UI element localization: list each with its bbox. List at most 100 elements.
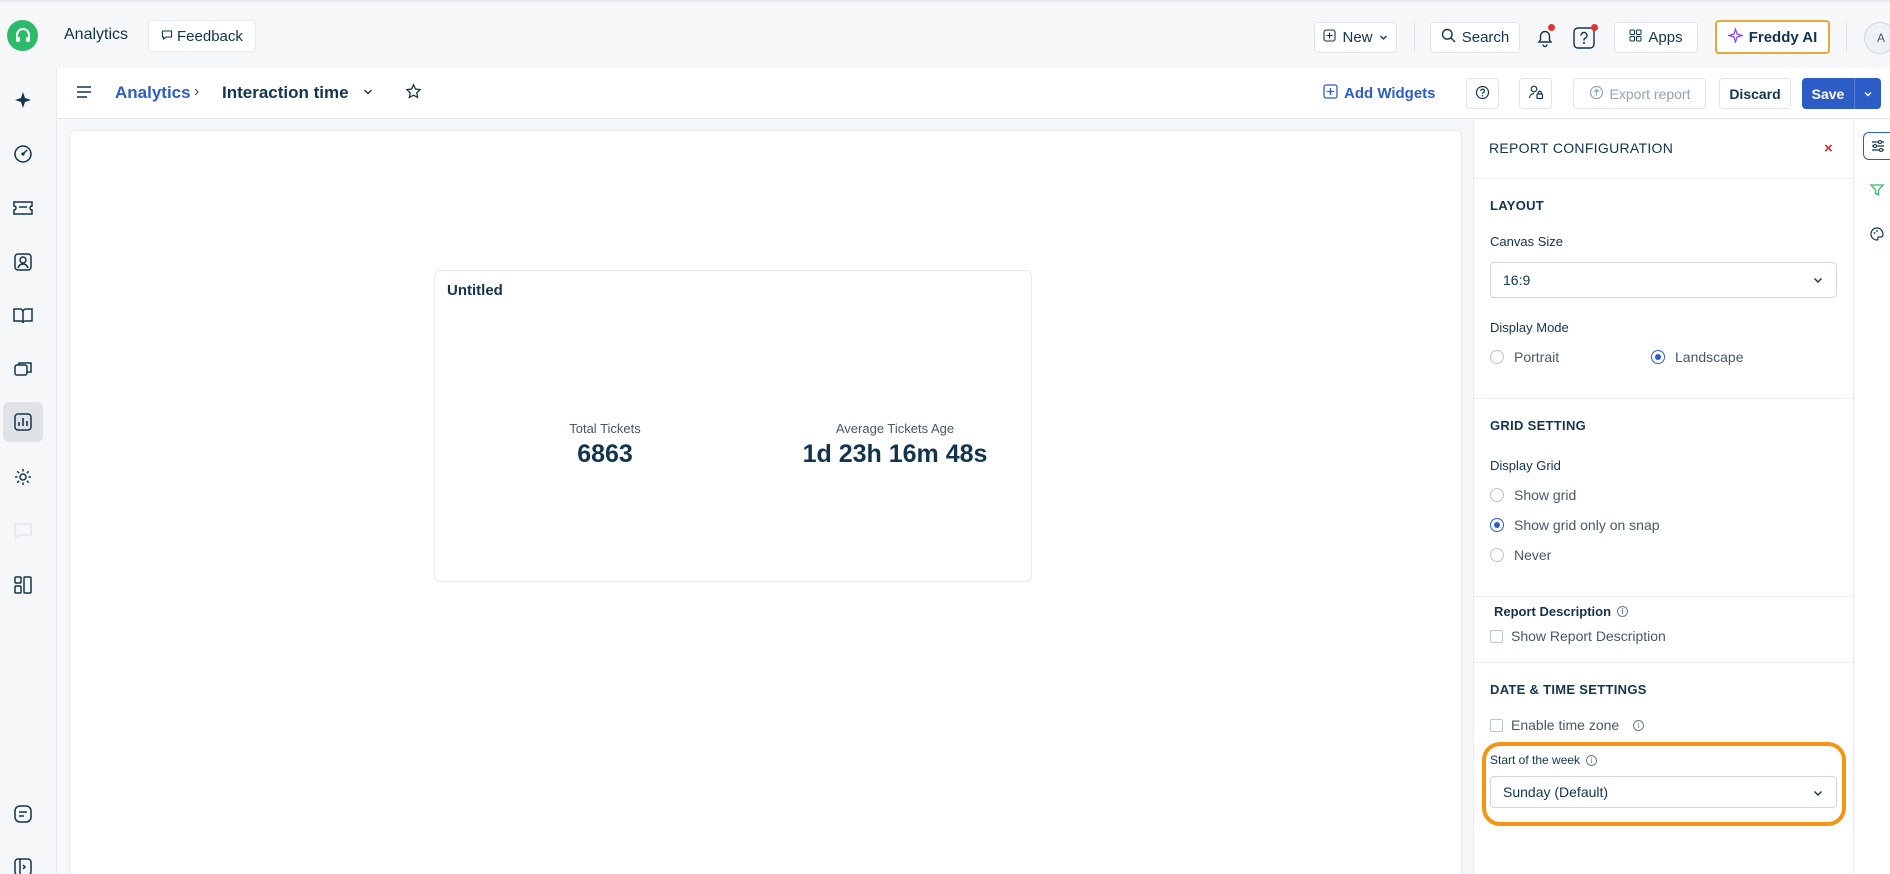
- show-report-description-label: Show Report Description: [1511, 628, 1666, 644]
- apps-label: Apps: [1648, 29, 1683, 46]
- date-time-section-title: DATE & TIME SETTINGS: [1490, 682, 1647, 697]
- app-title: Analytics: [64, 26, 129, 43]
- export-report-label: Export report: [1609, 85, 1691, 102]
- report-configuration-panel: REPORT CONFIGURATION × LAYOUT Canvas Siz…: [1473, 120, 1854, 874]
- save-options-chevron-down-icon[interactable]: [1855, 89, 1881, 99]
- divider: [1474, 398, 1854, 399]
- tickets-icon[interactable]: [8, 193, 37, 222]
- portrait-label: Portrait: [1514, 349, 1560, 365]
- radio-button[interactable]: [1490, 488, 1504, 502]
- breadcrumb-separator: ›: [194, 83, 200, 100]
- widget-title[interactable]: Untitled: [447, 282, 503, 299]
- freddy-sparkle-icon[interactable]: [8, 85, 37, 114]
- favorite-star-icon[interactable]: [405, 83, 422, 105]
- new-button[interactable]: New: [1314, 22, 1397, 53]
- chevron-down-icon: [1812, 273, 1824, 289]
- report-canvas[interactable]: Untitled Total Tickets 6863 Average Tick…: [69, 130, 1462, 874]
- freddy-ai-button[interactable]: Freddy AI: [1715, 20, 1830, 54]
- start-of-week-value: Sunday (Default): [1503, 784, 1609, 800]
- filter-icon[interactable]: [1863, 176, 1890, 204]
- help-icon[interactable]: [1570, 24, 1598, 52]
- divider: [1474, 596, 1854, 597]
- analytics-reports-icon[interactable]: [3, 402, 43, 442]
- knowledge-base-book-icon[interactable]: [8, 301, 37, 330]
- radio-button-selected[interactable]: [1490, 518, 1504, 532]
- hamburger-menu-icon[interactable]: [75, 83, 93, 106]
- freshdesk-logo-icon[interactable]: [7, 20, 38, 51]
- chat-bubble-icon: [161, 28, 173, 45]
- question-circle-icon: [1475, 85, 1490, 103]
- discard-button[interactable]: Discard: [1719, 78, 1791, 109]
- left-nav-rail: [0, 68, 56, 874]
- apps-marketplace-icon[interactable]: [8, 570, 37, 599]
- chevron-down-icon: [1812, 786, 1824, 802]
- show-grid-on-snap-radio[interactable]: Show grid only on snap: [1490, 517, 1660, 533]
- landscape-label: Landscape: [1675, 349, 1744, 365]
- add-widgets-label: Add Widgets: [1344, 85, 1436, 102]
- start-of-week-label: Start of the week i: [1490, 753, 1598, 767]
- new-label: New: [1342, 29, 1373, 46]
- apps-button[interactable]: Apps: [1614, 22, 1698, 53]
- report-name: Interaction time: [222, 83, 349, 102]
- metric-total-tickets: Total Tickets 6863: [515, 421, 695, 469]
- theme-palette-icon[interactable]: [1863, 220, 1890, 248]
- canvas-size-value: 16:9: [1503, 272, 1531, 288]
- toolbar-separator: [1846, 22, 1847, 53]
- dashboard-gauge-icon[interactable]: [8, 139, 37, 168]
- expand-rail-icon[interactable]: [8, 852, 37, 874]
- canvas-size-select[interactable]: 16:9: [1490, 262, 1837, 298]
- add-widgets-button[interactable]: Add Widgets: [1323, 84, 1436, 103]
- radio-button[interactable]: [1490, 350, 1504, 364]
- report-switch-chevron-down-icon[interactable]: [362, 85, 374, 103]
- report-description-label: Report Description i: [1494, 604, 1629, 619]
- report-canvas-area: Untitled Total Tickets 6863 Average Tick…: [56, 120, 1472, 874]
- search-button[interactable]: Search: [1430, 22, 1520, 53]
- portrait-radio[interactable]: Portrait: [1490, 349, 1559, 365]
- chat-support-icon[interactable]: [8, 799, 37, 828]
- search-icon: [1441, 28, 1456, 47]
- admin-gear-icon[interactable]: [8, 462, 37, 491]
- share-access-button[interactable]: [1519, 78, 1552, 109]
- metric-average-tickets-age: Average Tickets Age 1d 23h 16m 48s: [775, 421, 1015, 469]
- enable-time-zone-label: Enable time zone: [1511, 717, 1620, 733]
- info-icon[interactable]: i: [1617, 606, 1629, 617]
- metric-widget[interactable]: Untitled Total Tickets 6863 Average Tick…: [434, 270, 1032, 582]
- plus-square-icon: [1323, 29, 1337, 46]
- panel-tabs-rail: [1853, 120, 1890, 874]
- plus-square-icon: [1323, 84, 1338, 103]
- close-panel-icon[interactable]: ×: [1824, 140, 1833, 157]
- report-description-text: Report Description: [1494, 604, 1612, 619]
- landscape-radio[interactable]: Landscape: [1651, 349, 1744, 365]
- never-grid-radio[interactable]: Never: [1490, 547, 1551, 563]
- radio-button[interactable]: [1490, 548, 1504, 562]
- checkbox[interactable]: [1490, 629, 1503, 643]
- show-grid-radio[interactable]: Show grid: [1490, 487, 1576, 503]
- report-help-button[interactable]: [1466, 78, 1499, 109]
- top-bar: Analytics Feedback New Search Apps Fredd…: [0, 0, 1890, 68]
- info-icon[interactable]: i: [1633, 719, 1645, 731]
- grid-setting-section-title: GRID SETTING: [1490, 418, 1587, 433]
- freddy-ai-label: Freddy AI: [1748, 28, 1818, 46]
- radio-button-selected[interactable]: [1651, 350, 1665, 364]
- display-grid-label: Display Grid: [1490, 458, 1561, 473]
- show-report-description-checkbox[interactable]: Show Report Description: [1490, 628, 1666, 644]
- breadcrumb-analytics-link[interactable]: Analytics: [115, 83, 191, 103]
- save-label[interactable]: Save: [1802, 86, 1854, 102]
- contacts-icon[interactable]: [8, 247, 37, 276]
- enable-time-zone-checkbox[interactable]: Enable time zone i: [1490, 717, 1645, 733]
- notifications-bell-icon[interactable]: [1531, 24, 1559, 52]
- export-report-button[interactable]: Export report: [1573, 78, 1706, 109]
- divider: [1474, 178, 1854, 179]
- feedback-button[interactable]: Feedback: [148, 20, 256, 52]
- user-avatar[interactable]: A: [1864, 22, 1890, 54]
- grid-option-label: Show grid only on snap: [1514, 517, 1660, 533]
- metric-label: Total Tickets: [569, 421, 641, 436]
- start-of-week-text: Start of the week: [1490, 753, 1581, 767]
- info-icon[interactable]: i: [1586, 754, 1598, 766]
- grid-option-label: Show grid: [1514, 487, 1577, 503]
- discussions-icon[interactable]: [8, 355, 37, 384]
- checkbox[interactable]: [1490, 718, 1503, 732]
- configuration-sliders-icon[interactable]: [1863, 132, 1890, 160]
- save-split-button[interactable]: Save: [1802, 78, 1881, 109]
- start-of-week-select[interactable]: Sunday (Default): [1490, 776, 1837, 808]
